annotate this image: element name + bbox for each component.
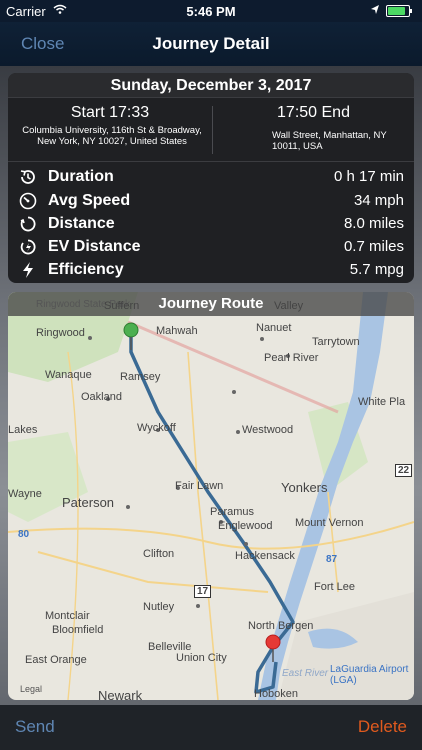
- stat-label: Duration: [48, 168, 114, 185]
- map-label: Oakland: [81, 391, 122, 403]
- stat-value: 8.0 miles: [343, 215, 404, 232]
- map-label: Englewood: [218, 520, 273, 532]
- map-label: Mount Vernon: [295, 517, 364, 529]
- delete-button[interactable]: Delete: [358, 717, 407, 737]
- journey-endpoints: Start 17:33 Columbia University, 116th S…: [8, 98, 414, 162]
- stat-row-ev-distance: EV Distance 0.7 miles: [8, 235, 414, 258]
- journey-detail-card: Sunday, December 3, 2017 Start 17:33 Col…: [8, 73, 414, 283]
- status-time: 5:46 PM: [186, 4, 236, 19]
- map-label: Suffern: [104, 300, 140, 312]
- map-label: Paterson: [62, 495, 115, 510]
- stat-value: 34 mph: [353, 192, 404, 209]
- distance-icon: [20, 216, 36, 232]
- map-label: Wanaque: [45, 369, 92, 381]
- start-time: Start 17:33: [70, 104, 150, 121]
- map-label: Lakes: [8, 424, 38, 436]
- stat-label: EV Distance: [48, 238, 141, 255]
- stat-value: 5.7 mpg: [349, 261, 404, 278]
- map-label: Fort Lee: [314, 581, 355, 593]
- battery-icon: [386, 5, 412, 17]
- stat-label: Avg Speed: [48, 192, 131, 209]
- map-label: Nanuet: [256, 322, 292, 334]
- end-address: Wall Street, Manhattan, NY 10011, USA: [272, 130, 387, 152]
- interstate-80-shield: 80: [18, 529, 30, 540]
- timer-icon: [20, 170, 35, 184]
- journey-date: Sunday, December 3, 2017: [8, 73, 414, 98]
- stat-label: Efficiency: [48, 261, 124, 278]
- map-label: Hoboken: [254, 688, 299, 700]
- nav-bar: Close Journey Detail: [0, 22, 422, 66]
- map-label: Nutley: [143, 601, 175, 613]
- interstate-87-shield: 87: [326, 554, 338, 565]
- location-arrow-icon: [371, 5, 379, 14]
- end-time: 17:50 End: [277, 104, 350, 121]
- send-button[interactable]: Send: [15, 717, 55, 737]
- map-label: Paramus: [210, 506, 255, 518]
- map-label: Ramsey: [120, 371, 161, 383]
- map-label: Bloomfield: [52, 624, 104, 636]
- speedometer-icon: [19, 192, 37, 210]
- stat-row-distance: Distance 8.0 miles: [8, 212, 414, 235]
- map-legal-link[interactable]: Legal: [20, 684, 42, 694]
- bottom-toolbar: Send Delete: [0, 705, 422, 750]
- map-label: Union City: [176, 652, 227, 664]
- bolt-icon: [23, 262, 33, 278]
- map-label: White Pla: [358, 396, 406, 408]
- map-label: East River: [282, 668, 329, 679]
- map-label: Pearl River: [264, 352, 319, 364]
- stat-row-duration: Duration 0 h 17 min: [8, 165, 414, 188]
- stat-value: 0.7 miles: [343, 238, 404, 255]
- route-shield-17: 17: [194, 585, 212, 598]
- map-label: Wyckoff: [137, 422, 176, 434]
- map-label: Westwood: [242, 424, 294, 436]
- stat-row-efficiency: Efficiency 5.7 mpg: [8, 258, 414, 281]
- map-label: Valley: [274, 300, 304, 312]
- stat-value: 0 h 17 min: [333, 168, 404, 185]
- map-label: Tarrytown: [312, 336, 360, 348]
- stat-label: Distance: [48, 215, 115, 232]
- status-bar: Carrier 5:46 PM: [0, 0, 422, 22]
- map-label: Clifton: [143, 548, 175, 560]
- map-label: Fair Lawn: [175, 480, 224, 492]
- map-label: Yonkers: [281, 480, 328, 495]
- start-address: Columbia University, 116th St & Broadway…: [22, 125, 202, 147]
- map-label: LaGuardia Airport (LGA): [330, 664, 409, 686]
- map-label: East Orange: [25, 654, 87, 666]
- map-label: Montclair: [45, 610, 90, 622]
- ev-distance-icon: [20, 239, 36, 255]
- map-label: Mahwah: [156, 325, 198, 337]
- page-title: Journey Detail: [152, 34, 270, 53]
- map-label: Newark: [98, 688, 143, 700]
- map-label: North Bergen: [248, 620, 314, 632]
- stat-row-avg-speed: Avg Speed 34 mph: [8, 189, 414, 212]
- map-label: Hackensack: [235, 550, 295, 562]
- journey-route-map[interactable]: Journey Route Ringwood State Park Suffer…: [8, 292, 414, 700]
- map-label: Wayne: [8, 488, 42, 500]
- map-label: Ringwood: [36, 327, 85, 339]
- route-shield-22: 22: [395, 464, 413, 477]
